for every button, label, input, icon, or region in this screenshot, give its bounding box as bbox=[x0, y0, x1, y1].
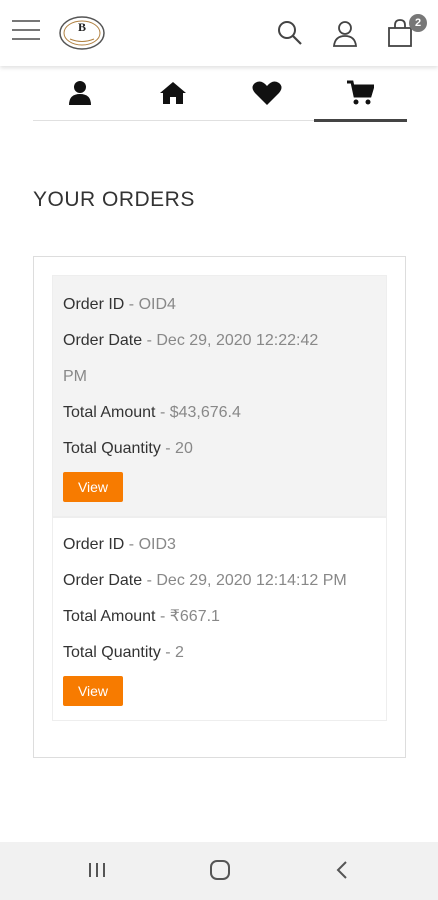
order-card: Order ID - OID4 Order Date - Dec 29, 202… bbox=[52, 275, 387, 517]
order-date-row: Order Date - Dec 29, 2020 12:22:42 bbox=[63, 323, 376, 359]
cart-count-badge: 2 bbox=[409, 14, 427, 32]
order-quantity-value: 2 bbox=[175, 644, 184, 661]
order-id-value: OID4 bbox=[138, 296, 176, 313]
order-quantity-label: Total Quantity bbox=[63, 440, 161, 457]
order-quantity-label: Total Quantity bbox=[63, 644, 161, 661]
cart-tab-icon bbox=[347, 80, 375, 105]
page-title: YOUR ORDERS bbox=[33, 188, 195, 211]
separator: - bbox=[124, 296, 139, 313]
menu-icon[interactable] bbox=[12, 20, 40, 42]
order-date-label: Order Date bbox=[63, 572, 143, 589]
order-id-value: OID3 bbox=[138, 536, 176, 553]
order-id-row: Order ID - OID3 bbox=[63, 527, 376, 563]
user-icon[interactable] bbox=[331, 18, 359, 48]
order-date-value-cont: PM bbox=[63, 368, 87, 385]
order-date-label: Order Date bbox=[63, 332, 143, 349]
orders-container: Order ID - OID4 Order Date - Dec 29, 202… bbox=[33, 256, 406, 758]
order-card: Order ID - OID3 Order Date - Dec 29, 202… bbox=[52, 517, 387, 721]
tab-wishlist[interactable] bbox=[220, 66, 314, 120]
order-amount-row: Total Amount - $43,676.4 bbox=[63, 395, 376, 431]
svg-text:B: B bbox=[78, 20, 86, 34]
order-date-value: Dec 29, 2020 12:14:12 PM bbox=[156, 572, 347, 589]
back-icon[interactable] bbox=[333, 860, 351, 885]
order-amount-label: Total Amount bbox=[63, 404, 156, 421]
account-tabs bbox=[33, 66, 408, 122]
separator: - bbox=[142, 332, 157, 349]
order-id-label: Order ID bbox=[63, 536, 125, 553]
tab-orders[interactable] bbox=[313, 66, 408, 122]
order-amount-value: ₹667.1 bbox=[169, 608, 220, 625]
order-quantity-row: Total Quantity - 2 bbox=[63, 635, 376, 671]
separator: - bbox=[142, 572, 157, 589]
order-quantity-row: Total Quantity - 20 bbox=[63, 431, 376, 467]
order-date-row: Order Date - Dec 29, 2020 12:14:12 PM bbox=[63, 563, 376, 599]
tab-home[interactable] bbox=[127, 66, 221, 120]
top-header: B 2 bbox=[0, 0, 438, 66]
system-nav-bar bbox=[0, 842, 438, 900]
heart-tab-icon bbox=[252, 81, 282, 105]
separator: - bbox=[160, 644, 176, 661]
home-tab-icon bbox=[160, 82, 187, 104]
tab-profile[interactable] bbox=[33, 66, 127, 120]
view-order-button[interactable]: View bbox=[63, 472, 123, 502]
view-order-button[interactable]: View bbox=[63, 676, 123, 706]
separator: - bbox=[155, 404, 170, 421]
separator: - bbox=[124, 536, 139, 553]
order-id-row: Order ID - OID4 bbox=[63, 287, 376, 323]
home-nav-icon[interactable] bbox=[209, 860, 231, 885]
search-icon[interactable] bbox=[276, 18, 304, 48]
order-date-value: Dec 29, 2020 12:22:42 bbox=[156, 332, 319, 349]
order-id-label: Order ID bbox=[63, 296, 125, 313]
order-quantity-value: 20 bbox=[175, 440, 193, 457]
order-amount-value: $43,676.4 bbox=[169, 404, 241, 421]
separator: - bbox=[155, 608, 170, 625]
logo[interactable]: B bbox=[58, 14, 106, 52]
recents-icon[interactable] bbox=[86, 860, 108, 885]
order-date-row-cont: PM bbox=[63, 359, 376, 395]
order-amount-label: Total Amount bbox=[63, 608, 156, 625]
profile-tab-icon bbox=[68, 81, 91, 105]
order-amount-row: Total Amount - ₹667.1 bbox=[63, 599, 376, 635]
separator: - bbox=[160, 440, 176, 457]
